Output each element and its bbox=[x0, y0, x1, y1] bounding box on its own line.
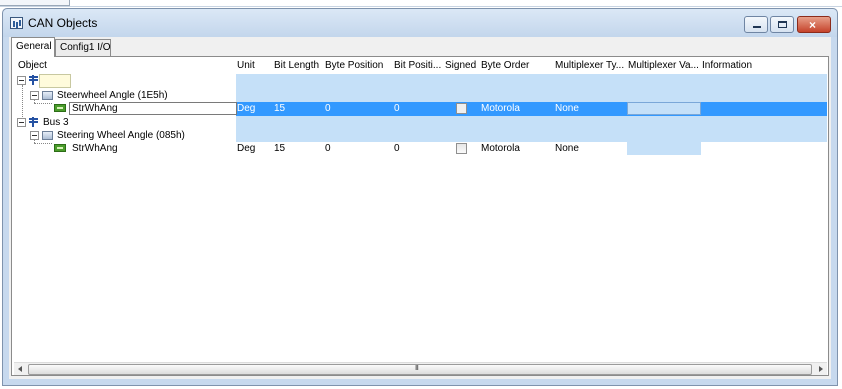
maximize-button[interactable] bbox=[770, 16, 794, 33]
scroll-left-arrow-icon[interactable] bbox=[14, 363, 27, 376]
collapse-toggle[interactable] bbox=[30, 131, 39, 140]
title-bar[interactable]: CAN Objects × bbox=[3, 9, 837, 37]
parent-tab-hint bbox=[0, 0, 70, 6]
column-header-unit[interactable]: Unit bbox=[237, 60, 271, 71]
signal-icon bbox=[54, 144, 66, 152]
column-header-information[interactable]: Information bbox=[702, 60, 802, 71]
signal-label: StrWhAng bbox=[72, 143, 118, 154]
byte-order-cell: Motorola bbox=[481, 103, 520, 114]
tree-row-signal-selected[interactable]: StrWhAng Deg 15 0 0 Motorola None bbox=[14, 102, 827, 116]
tree-row-bus[interactable] bbox=[14, 74, 827, 89]
bit-length-cell: 15 bbox=[274, 143, 286, 154]
column-header-bit-position[interactable]: Bit Positi... bbox=[394, 60, 444, 71]
row-shade bbox=[236, 89, 827, 102]
multiplexer-value-cell[interactable] bbox=[627, 102, 701, 115]
message-label: Steering Wheel Angle (085h) bbox=[57, 130, 185, 141]
byte-order-cell: Motorola bbox=[481, 143, 520, 154]
multiplexer-type-cell: None bbox=[555, 103, 579, 114]
scroll-right-arrow-icon[interactable] bbox=[814, 363, 827, 376]
signal-label: StrWhAng bbox=[72, 103, 118, 114]
signed-checkbox[interactable] bbox=[456, 143, 467, 154]
message-icon bbox=[42, 91, 53, 100]
tree-row-message[interactable]: Steerwheel Angle (1E5h) bbox=[14, 89, 827, 102]
column-header-multiplexer-value[interactable]: Multiplexer Va... bbox=[628, 60, 700, 71]
collapse-toggle[interactable] bbox=[30, 91, 39, 100]
objects-tree-grid: Object Unit Bit Length Byte Position Bit… bbox=[14, 58, 827, 355]
scrollbar-grip: III bbox=[415, 365, 419, 372]
tree-row-signal[interactable]: StrWhAng Deg 15 0 0 Motorola None bbox=[14, 142, 827, 156]
message-label: Steerwheel Angle (1E5h) bbox=[57, 90, 168, 101]
column-header-signed[interactable]: Signed bbox=[445, 60, 479, 71]
column-header-row: Object Unit Bit Length Byte Position Bit… bbox=[14, 58, 827, 74]
byte-position-cell: 0 bbox=[325, 103, 331, 114]
general-tab-panel: Object Unit Bit Length Byte Position Bit… bbox=[11, 56, 829, 376]
unit-cell: Deg bbox=[237, 143, 256, 154]
tree-row-message[interactable]: Steering Wheel Angle (085h) bbox=[14, 129, 827, 142]
tab-general[interactable]: General bbox=[11, 37, 55, 57]
bit-position-cell: 0 bbox=[394, 103, 400, 114]
minimize-button[interactable] bbox=[744, 16, 768, 33]
can-objects-window: CAN Objects × Config1 I/O General Object… bbox=[2, 8, 838, 386]
column-header-byte-order[interactable]: Byte Order bbox=[481, 60, 553, 71]
parent-window-strip bbox=[0, 0, 842, 7]
bus-name-edit-box[interactable] bbox=[39, 74, 71, 88]
bus-icon bbox=[28, 75, 39, 85]
scrollbar-thumb[interactable]: III bbox=[28, 364, 812, 375]
tree-row-bus[interactable]: Bus 3 bbox=[14, 116, 827, 129]
bit-position-cell: 0 bbox=[394, 143, 400, 154]
column-header-multiplexer-type[interactable]: Multiplexer Ty... bbox=[555, 60, 627, 71]
close-button[interactable]: × bbox=[797, 16, 831, 33]
bus-icon bbox=[28, 117, 39, 127]
close-icon: × bbox=[809, 18, 817, 32]
window-title: CAN Objects bbox=[28, 16, 98, 30]
signed-checkbox[interactable] bbox=[456, 103, 467, 114]
minimize-icon bbox=[753, 26, 761, 28]
row-shade bbox=[236, 129, 827, 142]
horizontal-scrollbar[interactable]: III bbox=[14, 362, 827, 375]
byte-position-cell: 0 bbox=[325, 143, 331, 154]
bus-label: Bus 3 bbox=[43, 117, 69, 128]
window-client-area: Config1 I/O General Object Unit Bit Leng… bbox=[9, 37, 831, 379]
multiplexer-type-cell: None bbox=[555, 143, 579, 154]
signal-icon bbox=[54, 104, 66, 112]
row-shade bbox=[236, 116, 827, 129]
collapse-toggle[interactable] bbox=[17, 76, 26, 85]
column-header-byte-position[interactable]: Byte Position bbox=[325, 60, 391, 71]
message-icon bbox=[42, 131, 53, 140]
column-header-bit-length[interactable]: Bit Length bbox=[274, 60, 322, 71]
row-shade bbox=[236, 74, 827, 89]
unit-cell: Deg bbox=[237, 103, 256, 114]
tab-config1-io[interactable]: Config1 I/O bbox=[55, 39, 111, 56]
can-objects-icon bbox=[10, 17, 23, 29]
maximize-icon bbox=[778, 21, 787, 28]
column-header-object[interactable]: Object bbox=[18, 60, 228, 71]
collapse-toggle[interactable] bbox=[17, 118, 26, 127]
multiplexer-value-cell[interactable] bbox=[627, 142, 701, 155]
bit-length-cell: 15 bbox=[274, 103, 286, 114]
